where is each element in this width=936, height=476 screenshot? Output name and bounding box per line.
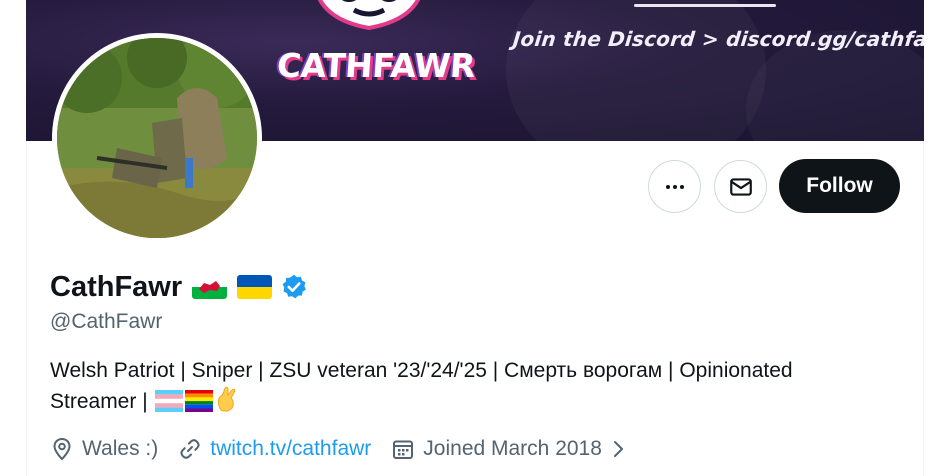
banner-decor-shape <box>506 0 766 141</box>
location-item: Wales :) <box>50 437 158 461</box>
website-item[interactable]: twitch.tv/cathfawr <box>178 437 371 461</box>
banner-divider <box>634 4 776 7</box>
profile-bio: Welsh Patriot | Sniper | ZSU veteran '23… <box>50 356 890 417</box>
joined-item[interactable]: Joined March 2018 <box>391 437 628 461</box>
more-icon <box>665 184 684 189</box>
chevron-right-icon <box>613 441 623 457</box>
transgender-flag-icon <box>155 390 184 412</box>
wales-flag-icon <box>192 275 228 299</box>
website-link[interactable]: twitch.tv/cathfawr <box>210 437 371 461</box>
mascot-logo-icon <box>317 0 421 31</box>
profile-avatar[interactable] <box>52 33 262 243</box>
rainbow-flag-icon <box>185 390 214 412</box>
location-pin-icon <box>53 437 71 461</box>
ukraine-flag-icon <box>237 275 273 299</box>
discord-invite-text: Join the Discord > discord.gg/cathfawr <box>511 27 924 51</box>
more-options-button[interactable] <box>648 160 701 213</box>
bio-line: Streamer | <box>50 386 890 417</box>
display-name-row: CathFawr <box>50 267 308 307</box>
verified-badge-icon[interactable] <box>280 273 308 301</box>
link-icon <box>180 439 200 459</box>
avatar-photo <box>57 38 257 238</box>
follow-button[interactable]: Follow <box>779 159 900 213</box>
calendar-icon <box>393 440 414 459</box>
user-handle: @CathFawr <box>50 310 163 333</box>
brand-logo-text: CATHFAWR <box>275 46 477 85</box>
display-name: CathFawr <box>50 270 183 303</box>
bio-text: Streamer | <box>50 390 154 413</box>
pinching-hand-icon <box>218 386 237 412</box>
profile-meta-row: Wales :) twitch.tv/cathfawr Joined March… <box>50 433 648 465</box>
joined-date-text: Joined March 2018 <box>423 437 602 460</box>
location-text: Wales :) <box>82 437 159 460</box>
message-button[interactable] <box>714 160 767 213</box>
bio-line: Welsh Patriot | Sniper | ZSU veteran '23… <box>50 359 793 382</box>
mail-icon <box>729 177 752 196</box>
